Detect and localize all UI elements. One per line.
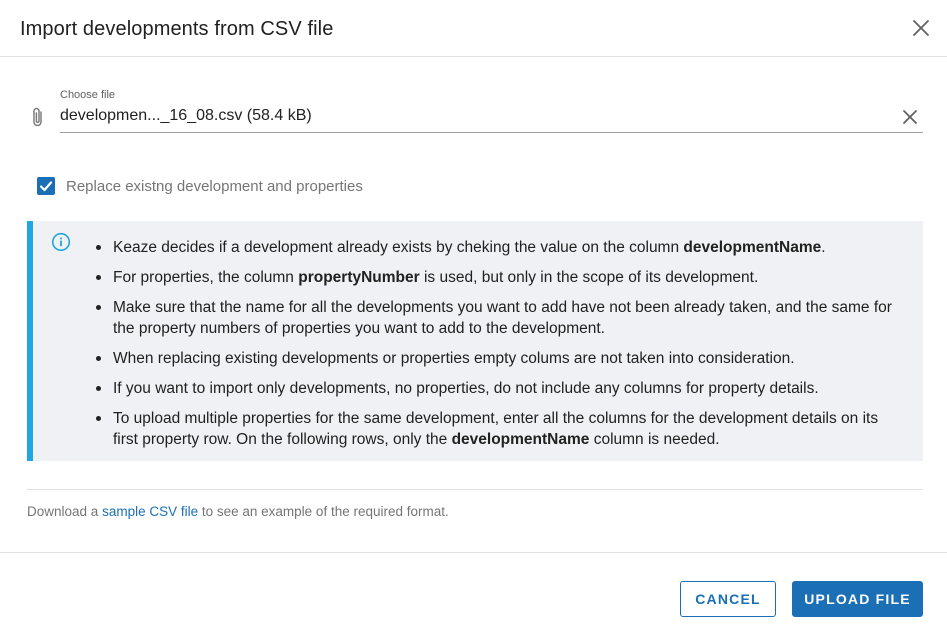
- footer-divider: [0, 552, 947, 553]
- replace-checkbox-label[interactable]: Replace existng development and properti…: [66, 178, 363, 195]
- section-divider: [27, 489, 923, 490]
- file-input-label: Choose file: [60, 89, 116, 101]
- info-item: If you want to import only developments,…: [96, 378, 906, 399]
- info-item: To upload multiple properties for the sa…: [96, 408, 906, 450]
- close-dialog-button[interactable]: [909, 16, 933, 40]
- info-item: Keaze decides if a development already e…: [96, 237, 906, 258]
- download-hint: Download a sample CSV file to see an exa…: [27, 504, 449, 519]
- info-list: Keaze decides if a development already e…: [96, 237, 906, 459]
- cancel-button[interactable]: CANCEL: [680, 581, 776, 617]
- info-item: Make sure that the name for all the deve…: [96, 297, 906, 339]
- upload-file-button[interactable]: UPLOAD FILE: [792, 581, 923, 617]
- dialog-header: Import developments from CSV file: [0, 0, 947, 57]
- file-input-value[interactable]: developmen..._16_08.csv (58.4 kB): [60, 107, 312, 125]
- info-item: When replacing existing developments or …: [96, 348, 906, 369]
- replace-checkbox[interactable]: [37, 177, 55, 195]
- info-panel: Keaze decides if a development already e…: [27, 221, 923, 461]
- import-dialog: Import developments from CSV file Choose…: [0, 0, 947, 634]
- file-input-field[interactable]: Choose file developmen..._16_08.csv (58.…: [26, 86, 923, 134]
- close-icon: [913, 20, 929, 36]
- sample-csv-link[interactable]: sample CSV file: [102, 504, 198, 519]
- close-icon: [903, 110, 917, 124]
- dialog-title: Import developments from CSV file: [20, 18, 334, 40]
- info-icon: [51, 232, 71, 252]
- clear-file-button[interactable]: [901, 108, 919, 126]
- paperclip-icon: [33, 107, 42, 127]
- info-item: For properties, the column propertyNumbe…: [96, 267, 906, 288]
- checkmark-icon: [39, 181, 53, 192]
- file-input-underline: [60, 132, 923, 133]
